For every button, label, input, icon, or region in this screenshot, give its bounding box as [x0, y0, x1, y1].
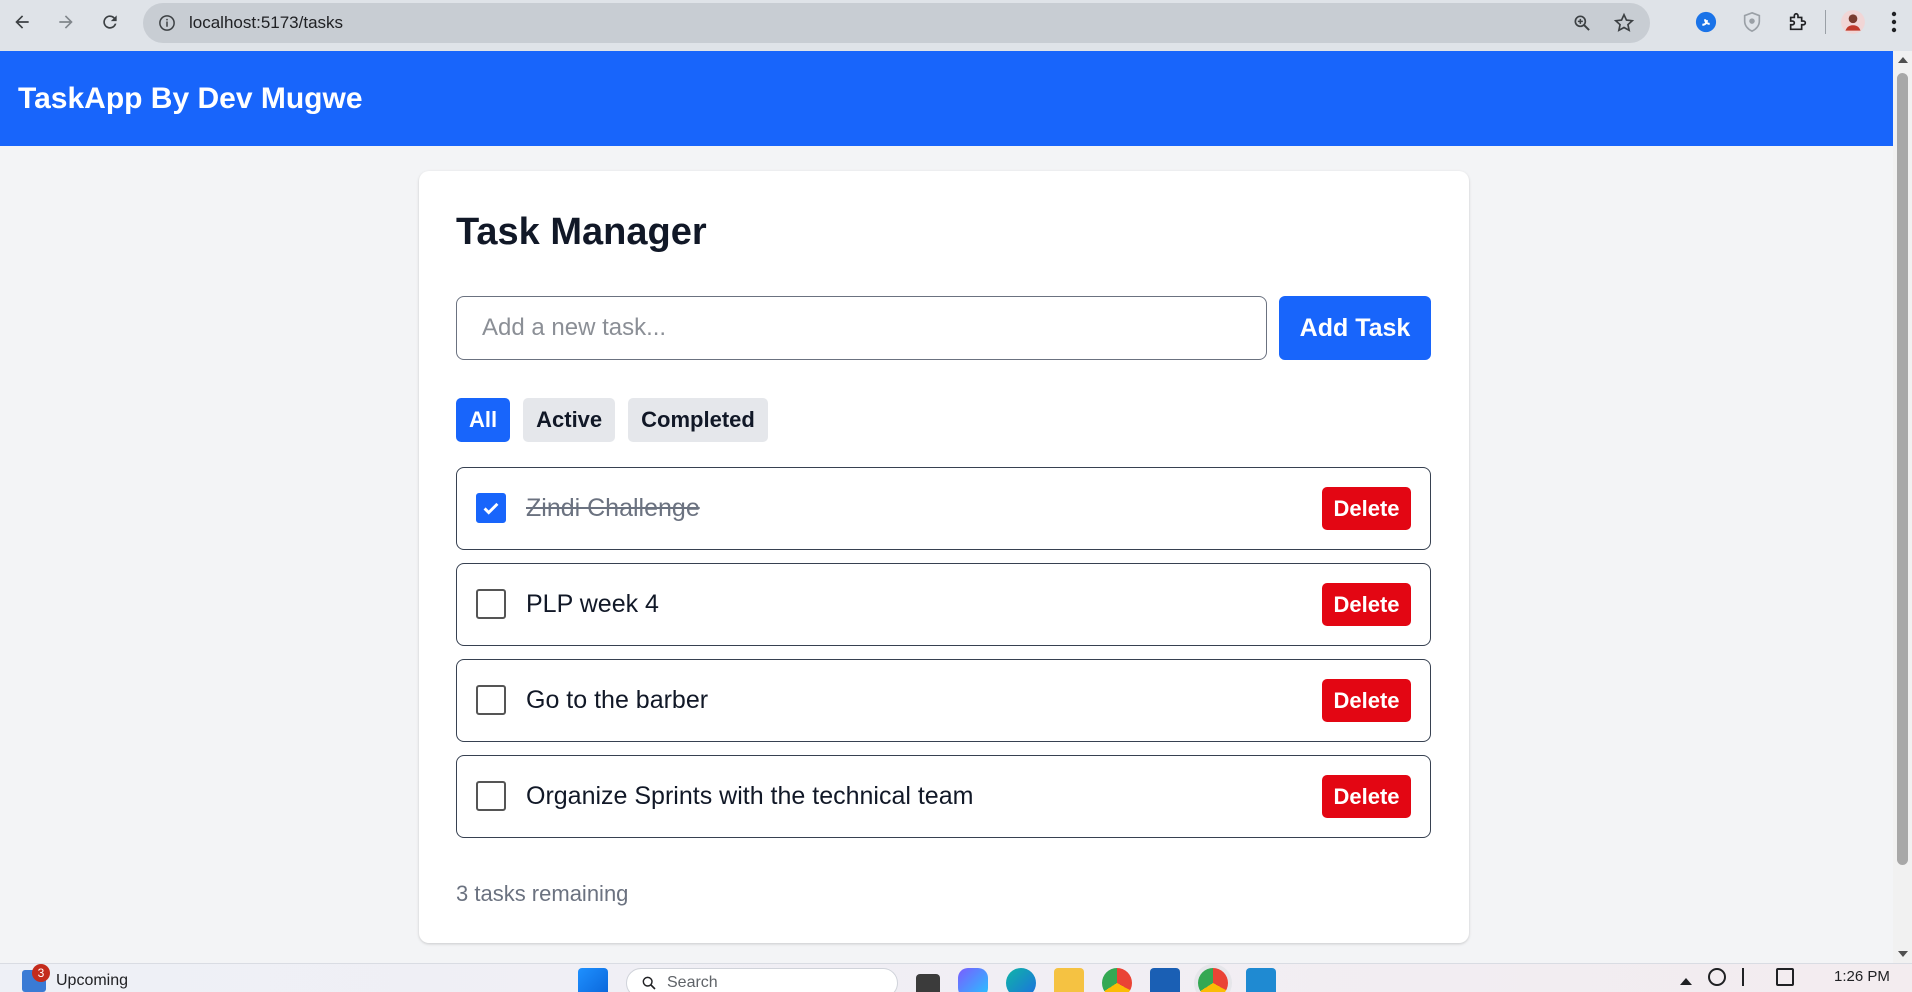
widgets-icon: 3 — [22, 964, 50, 992]
shield-extension-icon[interactable] — [1729, 0, 1775, 44]
widgets-label: Upcoming — [56, 972, 129, 989]
notification-badge: 3 — [32, 964, 50, 982]
bookmark-star-icon[interactable] — [1612, 11, 1636, 35]
task-item: Organize Sprints with the technical team… — [456, 755, 1431, 838]
delete-task-button[interactable]: Delete — [1322, 487, 1411, 530]
wifi-icon[interactable] — [1708, 968, 1726, 986]
add-task-button[interactable]: Add Task — [1279, 296, 1431, 360]
task-checkbox[interactable] — [476, 589, 506, 619]
delete-task-button[interactable]: Delete — [1322, 583, 1411, 626]
site-info-icon[interactable] — [147, 3, 187, 43]
task-list: Zindi Challenge Delete PLP week 4 Delete… — [456, 467, 1431, 851]
task-text: Go to the barber — [526, 686, 709, 714]
tasks-remaining-count: 3 tasks remaining — [456, 881, 629, 906]
new-task-input[interactable] — [456, 296, 1267, 360]
filter-group: All Active Completed — [456, 398, 768, 442]
task-text: Zindi Challenge — [526, 494, 700, 522]
zoom-icon[interactable] — [1570, 11, 1594, 35]
task-item: Zindi Challenge Delete — [456, 467, 1431, 550]
task-checkbox[interactable] — [476, 781, 506, 811]
widgets-button[interactable]: 3 Upcoming — [22, 964, 129, 992]
extensions-puzzle-icon[interactable] — [1775, 0, 1821, 44]
extension-blue-icon[interactable] — [1683, 0, 1729, 44]
file-explorer-icon[interactable] — [1054, 968, 1084, 992]
url-text[interactable]: localhost:5173/tasks — [189, 13, 343, 33]
windows-start-icon[interactable] — [578, 968, 608, 992]
browser-toolbar: localhost:5173/tasks — [0, 0, 1912, 51]
task-checkbox[interactable] — [476, 685, 506, 715]
filter-all-button[interactable]: All — [456, 398, 511, 442]
profile-avatar-icon[interactable] — [1830, 0, 1876, 44]
taskbar-search-label: Search — [667, 974, 718, 991]
back-icon[interactable] — [0, 0, 44, 44]
scroll-down-arrow-icon[interactable] — [1898, 951, 1908, 957]
copilot-icon[interactable] — [958, 968, 988, 992]
task-checkbox[interactable] — [476, 493, 506, 523]
app-header: TaskApp By Dev Mugwe — [0, 51, 1893, 146]
store-icon[interactable] — [1150, 968, 1180, 992]
taskbar-clock[interactable]: 1:26 PM — [1834, 968, 1890, 985]
task-view-icon[interactable] — [916, 974, 940, 992]
delete-task-button[interactable]: Delete — [1322, 775, 1411, 818]
scrollbar-thumb[interactable] — [1897, 73, 1908, 865]
scroll-up-arrow-icon[interactable] — [1898, 57, 1908, 63]
delete-task-button[interactable]: Delete — [1322, 679, 1411, 722]
browser-menu-icon[interactable] — [1876, 0, 1912, 44]
checkmark-icon — [483, 502, 499, 515]
app-title[interactable]: TaskApp By Dev Mugwe — [18, 82, 363, 116]
task-item: PLP week 4 Delete — [456, 563, 1431, 646]
task-text: PLP week 4 — [526, 590, 659, 618]
filter-completed-button[interactable]: Completed — [628, 398, 768, 442]
chrome-icon[interactable] — [1102, 968, 1132, 992]
tray-overflow-icon[interactable] — [1680, 977, 1692, 985]
taskbar-search[interactable]: Search — [626, 968, 898, 992]
volume-icon[interactable] — [1742, 968, 1760, 986]
battery-icon[interactable] — [1776, 968, 1794, 986]
task-item: Go to the barber Delete — [456, 659, 1431, 742]
filter-active-button[interactable]: Active — [523, 398, 616, 442]
page-scrollbar[interactable] — [1893, 51, 1912, 963]
task-text: Organize Sprints with the technical team — [526, 782, 974, 810]
reload-icon[interactable] — [88, 0, 132, 44]
address-bar[interactable]: localhost:5173/tasks — [143, 3, 1650, 43]
os-taskbar: 3 Upcoming Search 1:26 PM — [0, 963, 1912, 992]
search-icon — [642, 976, 656, 990]
task-manager-card: Task Manager Add Task All Active Complet… — [419, 171, 1469, 943]
chrome-profile-icon[interactable] — [1198, 968, 1228, 992]
forward-icon[interactable] — [44, 0, 88, 44]
page-title: Task Manager — [456, 211, 707, 253]
edge-icon[interactable] — [1006, 968, 1036, 992]
vscode-icon[interactable] — [1246, 968, 1276, 992]
toolbar-divider — [1825, 10, 1826, 34]
